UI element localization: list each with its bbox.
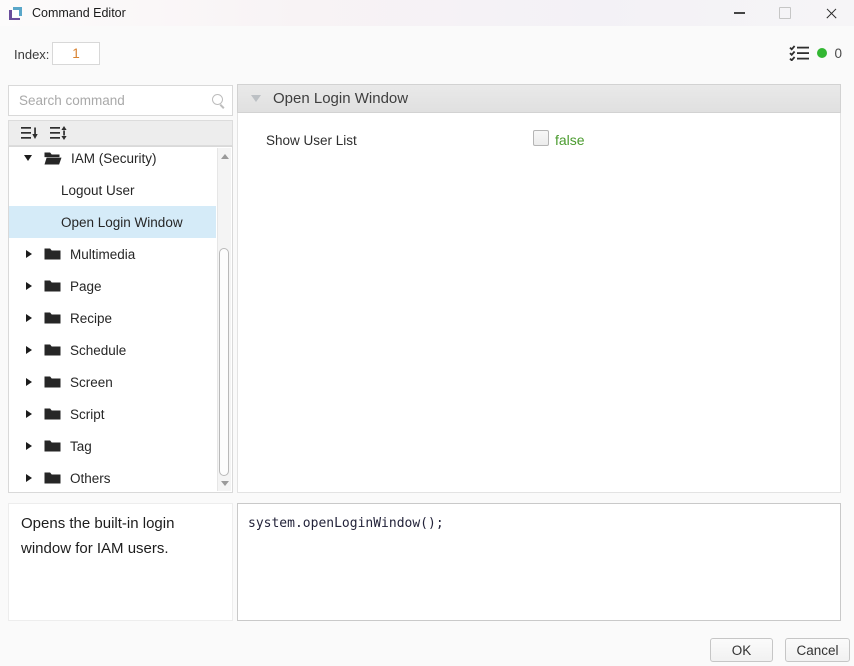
- expand-all-icon: [50, 126, 68, 140]
- error-list-icon[interactable]: [789, 45, 810, 61]
- collapse-all-button[interactable]: [20, 125, 40, 141]
- tree-scrollbar[interactable]: [217, 148, 231, 491]
- show-user-list-checkbox[interactable]: [533, 130, 549, 146]
- tree-item-iam-security[interactable]: IAM (Security): [9, 146, 216, 174]
- tree-item-script[interactable]: Script: [9, 398, 216, 430]
- tree-item-label: IAM (Security): [71, 151, 157, 166]
- tree-item-label: Recipe: [70, 311, 112, 326]
- tree-item-label: Screen: [70, 375, 113, 390]
- tree-item-tag[interactable]: Tag: [9, 430, 216, 462]
- tree-item-screen[interactable]: Screen: [9, 366, 216, 398]
- command-tree: IAM (Security) Logout User Open Login Wi…: [8, 146, 233, 493]
- folder-icon: [44, 375, 61, 389]
- folder-icon: [44, 279, 61, 293]
- property-panel: Show User List false: [237, 113, 841, 493]
- scroll-thumb[interactable]: [219, 248, 229, 476]
- folder-icon: [44, 471, 61, 485]
- index-input[interactable]: [52, 42, 100, 65]
- tree-item-label: Others: [70, 471, 111, 486]
- scroll-down-button[interactable]: [218, 476, 231, 490]
- chevron-up-icon: [221, 154, 229, 159]
- collapse-all-icon: [21, 126, 39, 140]
- detail-title: Open Login Window: [273, 90, 408, 107]
- show-user-list-label: Show User List: [266, 133, 357, 148]
- detail-header: Open Login Window: [237, 84, 841, 113]
- tree-item-others[interactable]: Others: [9, 462, 216, 493]
- expand-all-button[interactable]: [49, 125, 69, 141]
- minimize-icon: [734, 12, 745, 13]
- expander-icon[interactable]: [26, 314, 32, 322]
- expander-icon[interactable]: [26, 250, 32, 258]
- tree-item-label: Open Login Window: [61, 215, 183, 230]
- tree-items: IAM (Security) Logout User Open Login Wi…: [9, 146, 216, 493]
- folder-icon: [44, 439, 61, 453]
- search-box: [8, 85, 233, 116]
- tree-toolbar: [8, 120, 233, 146]
- tree-item-multimedia[interactable]: Multimedia: [9, 238, 216, 270]
- tree-item-label: Tag: [70, 439, 92, 454]
- close-button[interactable]: [808, 0, 854, 26]
- expander-icon[interactable]: [24, 155, 32, 161]
- app-icon: [8, 6, 23, 21]
- tree-item-label: Schedule: [70, 343, 126, 358]
- window-title: Command Editor: [32, 6, 126, 20]
- tree-item-schedule[interactable]: Schedule: [9, 334, 216, 366]
- tree-item-label: Multimedia: [70, 247, 135, 262]
- expander-icon[interactable]: [26, 410, 32, 418]
- error-count: 0: [834, 46, 842, 61]
- close-icon: [825, 7, 838, 20]
- code-editor[interactable]: system.openLoginWindow();: [237, 503, 841, 621]
- folder-icon: [44, 343, 61, 357]
- chevron-down-icon: [221, 481, 229, 486]
- scroll-up-button[interactable]: [218, 149, 231, 163]
- tree-item-logout-user[interactable]: Logout User: [9, 174, 216, 206]
- titlebar: Command Editor: [0, 0, 854, 26]
- section-collapse-icon[interactable]: [251, 95, 261, 102]
- ok-button[interactable]: OK: [710, 638, 773, 662]
- tree-item-label: Script: [70, 407, 105, 422]
- folder-icon: [44, 247, 61, 261]
- tree-item-label: Page: [70, 279, 102, 294]
- folder-icon: [44, 407, 61, 421]
- status-dot-icon: [817, 48, 827, 58]
- maximize-icon: [779, 7, 791, 19]
- maximize-button[interactable]: [762, 0, 808, 26]
- tree-item-page[interactable]: Page: [9, 270, 216, 302]
- cancel-button[interactable]: Cancel: [785, 638, 850, 662]
- tree-item-open-login-window[interactable]: Open Login Window: [9, 206, 216, 238]
- folder-icon: [44, 311, 61, 325]
- show-user-list-value: false: [555, 132, 585, 148]
- expander-icon[interactable]: [26, 346, 32, 354]
- expander-icon[interactable]: [26, 378, 32, 386]
- search-icon: [212, 94, 223, 105]
- command-description: Opens the built-in login window for IAM …: [8, 503, 233, 621]
- minimize-button[interactable]: [716, 0, 762, 26]
- expander-icon[interactable]: [26, 442, 32, 450]
- search-input[interactable]: [9, 86, 232, 115]
- expander-icon[interactable]: [26, 282, 32, 290]
- window-controls: [716, 0, 854, 26]
- tree-item-label: Logout User: [61, 183, 135, 198]
- expander-icon[interactable]: [26, 474, 32, 482]
- status-area: 0: [789, 45, 842, 61]
- tree-item-recipe[interactable]: Recipe: [9, 302, 216, 334]
- folder-icon: [44, 151, 62, 165]
- index-label: Index:: [14, 47, 49, 62]
